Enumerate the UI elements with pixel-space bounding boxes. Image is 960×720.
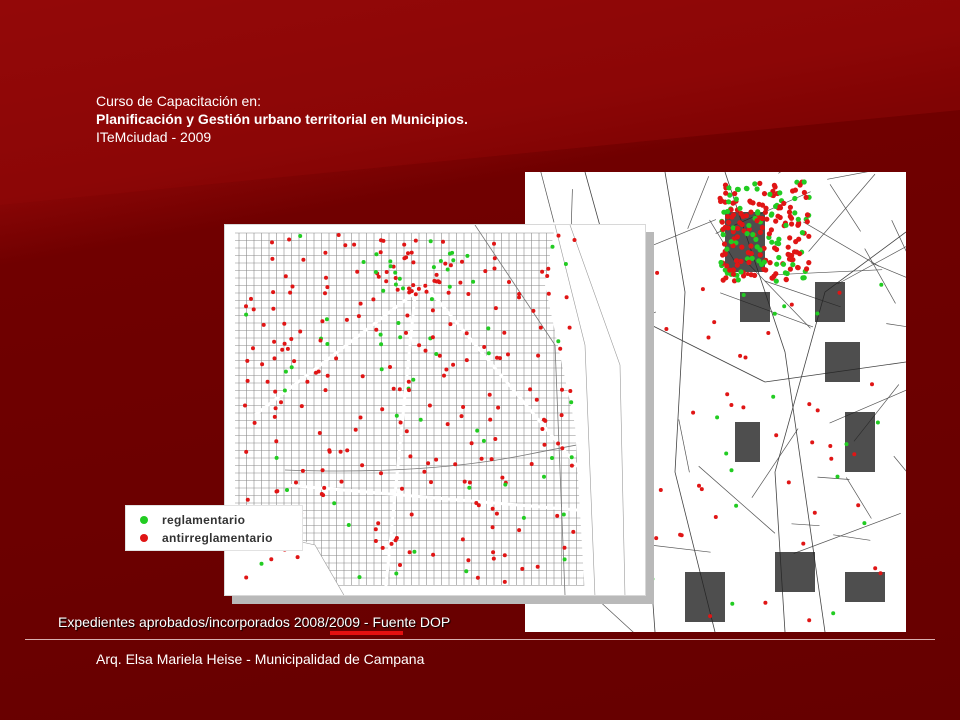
green-dot-icon	[140, 516, 148, 524]
course-intro: Curso de Capacitación en:	[96, 93, 261, 109]
legend-label: antirreglamentario	[162, 531, 273, 545]
legend-label: reglamentario	[162, 513, 246, 527]
legend-item-noncompliant: antirreglamentario	[140, 530, 273, 546]
year-highlight-underline	[330, 631, 403, 635]
map-legend: reglamentario antirreglamentario	[125, 505, 303, 551]
author-footer: Arq. Elsa Mariela Heise - Municipalidad …	[96, 651, 425, 667]
legend-item-compliant: reglamentario	[140, 512, 245, 528]
map-caption: Expedientes aprobados/incorporados 2008/…	[58, 614, 451, 630]
footer-divider	[25, 639, 935, 640]
course-organization: ITeMciudad - 2009	[96, 129, 212, 145]
course-title: Planificación y Gestión urbano territori…	[96, 111, 468, 127]
red-dot-icon	[140, 534, 148, 542]
course-header: Curso de Capacitación en: Planificación …	[96, 92, 468, 146]
